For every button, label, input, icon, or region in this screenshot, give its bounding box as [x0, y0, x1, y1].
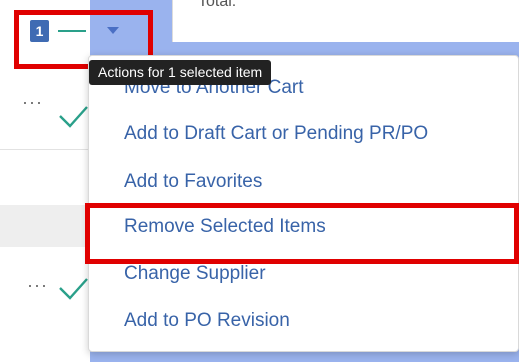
row-shade: [0, 205, 90, 247]
menu-item-add-to-po-revision[interactable]: Add to PO Revision: [124, 310, 290, 332]
highlight-box-remove: [85, 203, 519, 264]
check-icon: [58, 276, 88, 302]
more-options-icon[interactable]: ···: [27, 275, 48, 296]
column-divider: [172, 0, 173, 42]
actions-tooltip: Actions for 1 selected item: [89, 60, 272, 85]
menu-item-change-supplier[interactable]: Change Supplier: [124, 263, 266, 285]
check-icon: [58, 104, 88, 130]
row-divider: [0, 149, 90, 150]
menu-item-add-to-favorites[interactable]: Add to Favorites: [124, 171, 262, 193]
total-label: Total:: [198, 0, 237, 10]
more-options-icon[interactable]: ···: [22, 92, 43, 113]
menu-item-add-to-draft-cart[interactable]: Add to Draft Cart or Pending PR/PO: [124, 123, 428, 145]
